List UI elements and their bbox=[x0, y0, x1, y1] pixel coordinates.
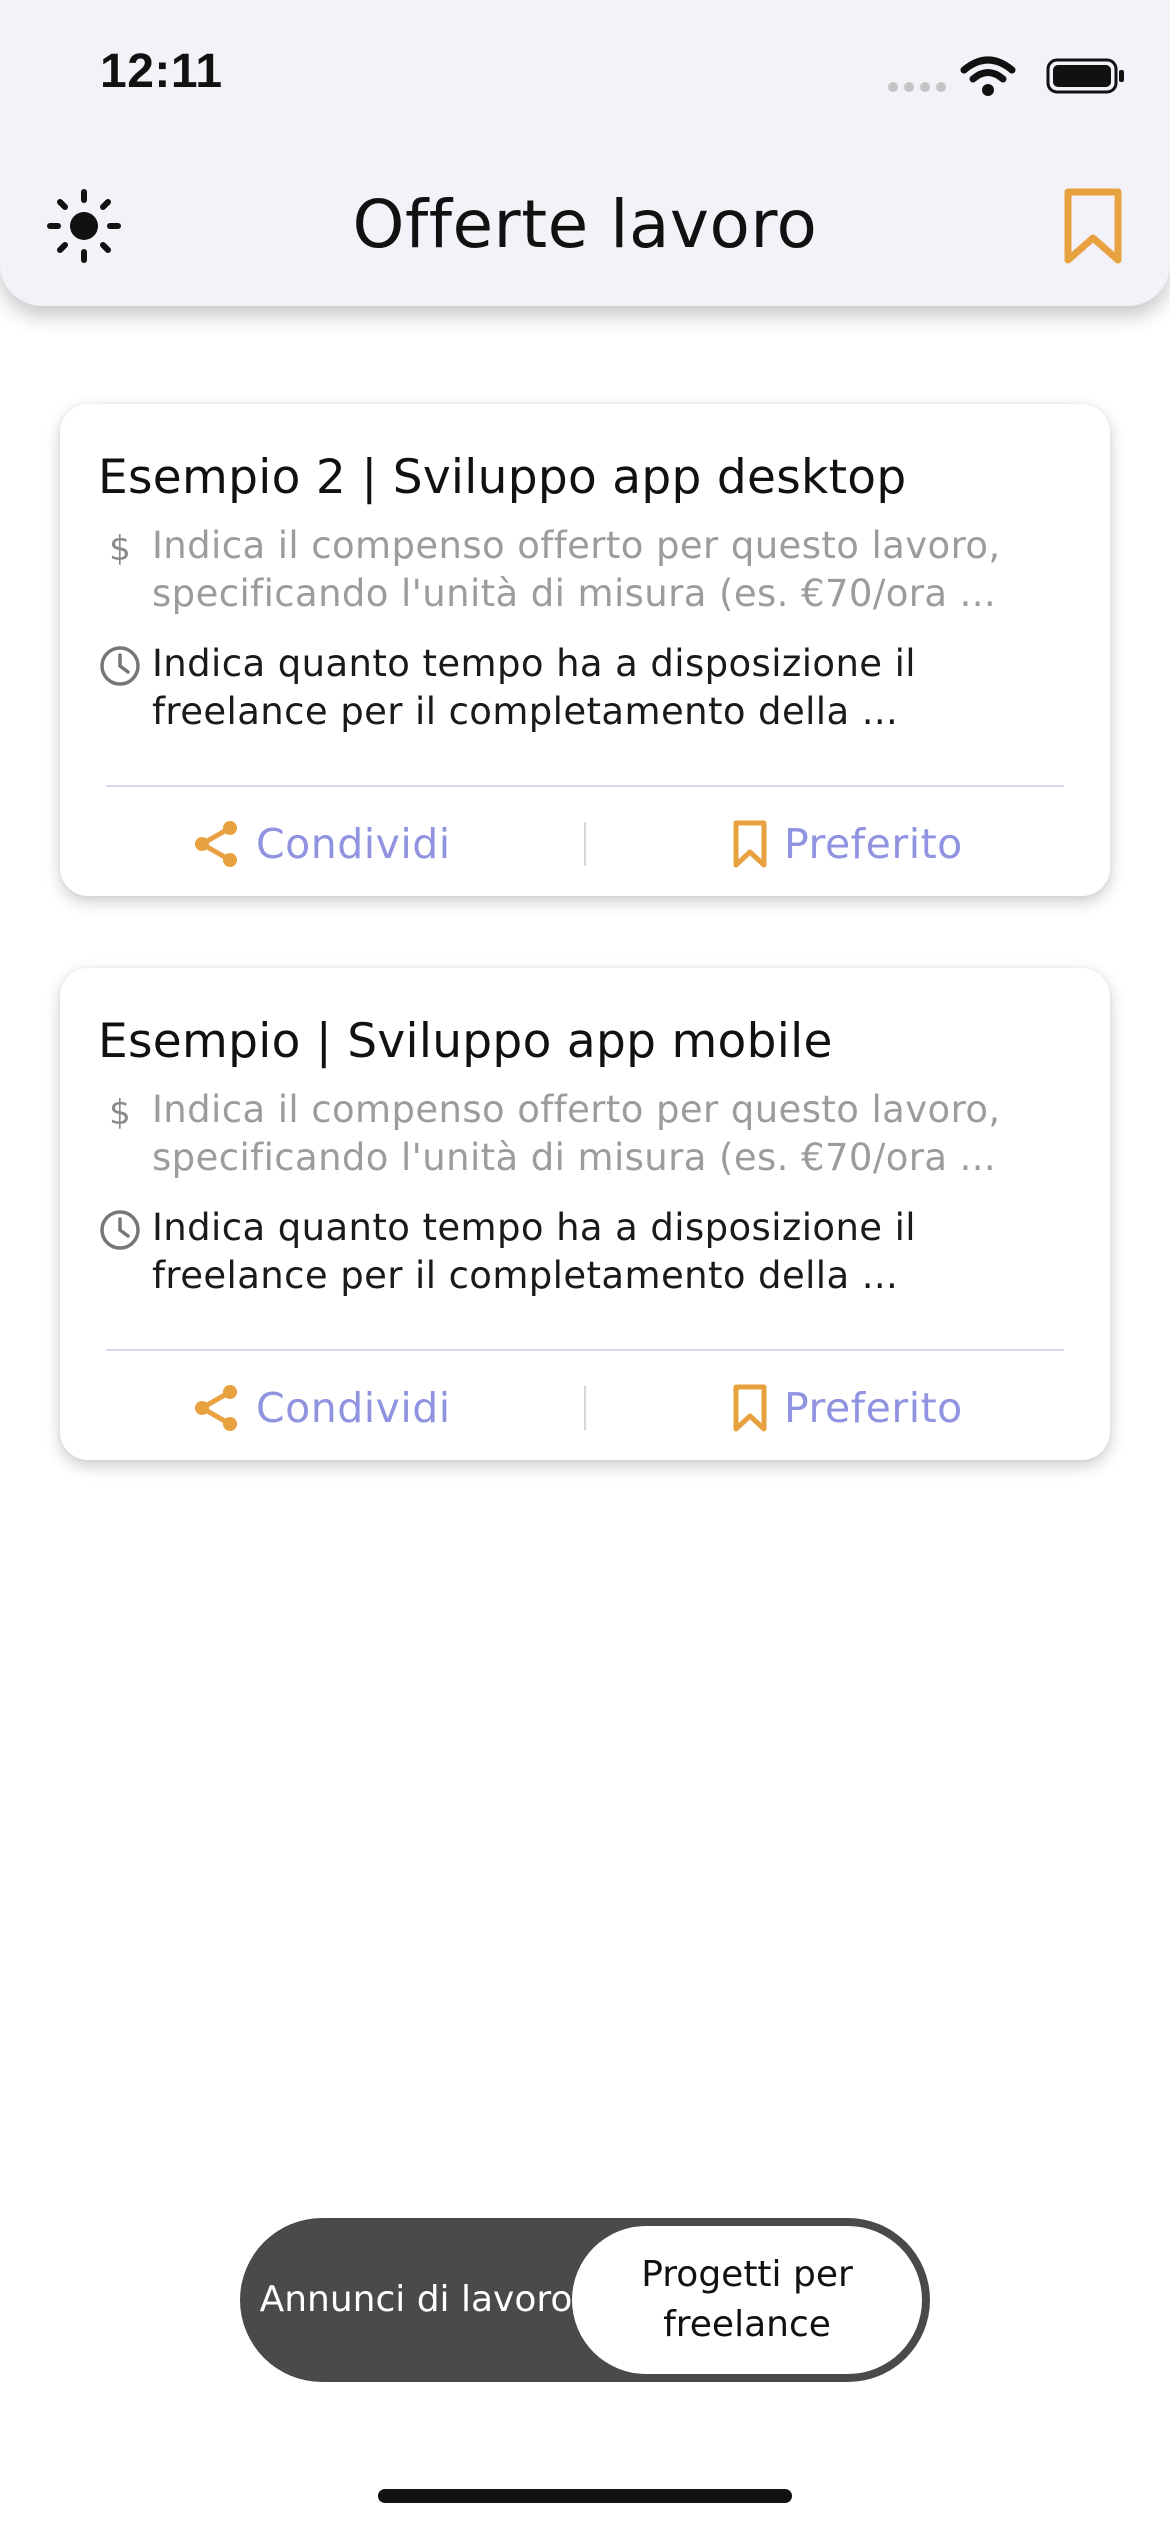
clock-icon bbox=[100, 1210, 140, 1250]
compensation-row: $ Indica il compenso offerto per questo … bbox=[98, 522, 1078, 622]
wifi-icon bbox=[960, 56, 1016, 96]
dollar-icon: $ bbox=[109, 529, 131, 569]
compensation-row: $ Indica il compenso offerto per questo … bbox=[98, 1086, 1078, 1186]
favorite-label: Preferito bbox=[784, 1384, 963, 1432]
bookmark-icon bbox=[733, 1384, 767, 1432]
svg-text:$: $ bbox=[109, 529, 131, 569]
share-label: Condividi bbox=[256, 820, 451, 868]
bookmark-icon[interactable] bbox=[1058, 186, 1128, 266]
home-indicator[interactable] bbox=[378, 2489, 792, 2503]
time-row: Indica quanto tempo ha a disposizione il… bbox=[98, 640, 1078, 740]
compensation-text: Indica il compenso offerto per questo la… bbox=[152, 1088, 1001, 1179]
action-separator bbox=[584, 822, 586, 866]
offer-title: Esempio 2 | Sviluppo app desktop bbox=[98, 450, 907, 505]
time-text: Indica quanto tempo ha a disposizione il… bbox=[152, 642, 916, 733]
signal-icon bbox=[888, 82, 946, 92]
segment-freelance-projects[interactable]: Progetti per freelance bbox=[572, 2226, 922, 2374]
navigation-header: 12:11 Offerte lavoro bbox=[0, 0, 1170, 306]
segmented-control: Annunci di lavoro Progetti per freelance bbox=[240, 2218, 930, 2382]
battery-icon bbox=[1046, 58, 1124, 94]
dollar-icon: $ bbox=[109, 1093, 131, 1133]
offer-title: Esempio | Sviluppo app mobile bbox=[98, 1014, 833, 1069]
job-offer-card[interactable]: Esempio | Sviluppo app mobile $ Indica i… bbox=[60, 968, 1110, 1460]
share-button[interactable]: Condividi bbox=[190, 809, 451, 879]
status-time: 12:11 bbox=[100, 45, 223, 98]
svg-text:$: $ bbox=[109, 1093, 131, 1133]
clock-icon bbox=[100, 646, 140, 686]
compensation-text: Indica il compenso offerto per questo la… bbox=[152, 524, 1001, 615]
action-separator bbox=[584, 1386, 586, 1430]
time-text: Indica quanto tempo ha a disposizione il… bbox=[152, 1206, 916, 1297]
page-title: Offerte lavoro bbox=[352, 186, 818, 263]
share-icon bbox=[195, 1385, 237, 1431]
segment-job-ads[interactable]: Annunci di lavoro bbox=[240, 2218, 592, 2382]
favorite-button[interactable]: Preferito bbox=[730, 809, 963, 879]
job-offer-card[interactable]: Esempio 2 | Sviluppo app desktop $ Indic… bbox=[60, 404, 1110, 896]
share-icon bbox=[195, 821, 237, 867]
favorite-button[interactable]: Preferito bbox=[730, 1373, 963, 1443]
favorite-label: Preferito bbox=[784, 820, 963, 868]
divider bbox=[106, 785, 1064, 787]
share-label: Condividi bbox=[256, 1384, 451, 1432]
share-button[interactable]: Condividi bbox=[190, 1373, 451, 1443]
time-row: Indica quanto tempo ha a disposizione il… bbox=[98, 1204, 1078, 1304]
bookmark-icon bbox=[733, 820, 767, 868]
divider bbox=[106, 1349, 1064, 1351]
